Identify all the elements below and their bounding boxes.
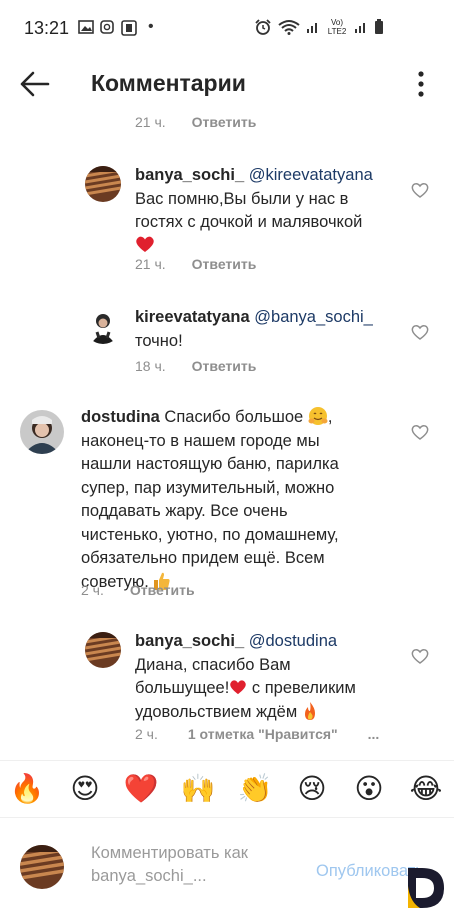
emoji-laughing-button[interactable]: 😂 <box>408 771 444 807</box>
comment-line: с превеликим <box>247 679 356 697</box>
comment-text: dostudina Спасибо большое , наконец-то в… <box>81 406 391 594</box>
reply-button[interactable]: Ответить <box>130 582 195 598</box>
comment-time: 2 ч. <box>135 726 158 742</box>
comment-line: поддавать жару. Все очень <box>81 502 288 520</box>
emoji-heart-eyes-button[interactable]: 😍 <box>67 771 103 807</box>
avatar[interactable] <box>85 308 121 344</box>
like-heart-icon[interactable] <box>411 182 429 198</box>
comment-line: Вас помню,Вы были у нас в <box>135 189 349 208</box>
emoji-quick-bar: 🔥 😍 ❤️ 🙌 👏 😢 😮 😂 <box>0 760 454 818</box>
alarm-icon <box>255 19 271 35</box>
like-heart-icon[interactable] <box>411 324 429 340</box>
comment-mention[interactable]: @dostudina <box>249 632 337 650</box>
battery-icon <box>375 19 383 34</box>
avatar[interactable] <box>85 166 121 202</box>
comment-line: супер, пар изумительный, можно <box>81 478 335 497</box>
signal-icon-1 <box>307 23 317 33</box>
comment-text: banya_sochi_ @kireevatatyana Вас помню,В… <box>135 164 395 260</box>
status-bar: 13:21 • Vo) LTE2 <box>0 0 454 56</box>
comment-text: banya_sochi_ @dostudina Диана, спасибо В… <box>135 630 395 724</box>
emoji-crying-button[interactable]: 😢 <box>294 771 330 807</box>
fire-emoji-icon <box>304 701 315 720</box>
gallery-notification-icon <box>78 20 94 34</box>
avatar-image <box>85 632 121 668</box>
comment-line: точно! <box>135 331 183 350</box>
comment-line: обязательно придем ещё. Всем <box>81 549 325 567</box>
comment-meta: 21 ч. Ответить <box>135 114 256 130</box>
status-dot: • <box>148 18 154 35</box>
comment-time: 18 ч. <box>135 358 166 374</box>
comment-time: 21 ч. <box>135 114 166 130</box>
more-options-icon[interactable] <box>418 70 424 98</box>
emoji-raised-hands-button[interactable]: 🙌 <box>180 771 216 807</box>
own-avatar <box>20 845 64 889</box>
comment-username[interactable]: kireevatatyana <box>135 308 250 326</box>
comment-meta: 2 ч. 1 отметка "Нравится" ... <box>135 726 379 742</box>
likes-count-link[interactable]: 1 отметка "Нравится" <box>188 726 338 742</box>
back-arrow-icon[interactable] <box>20 70 50 98</box>
comment-line: нашли настоящую баню, парилка <box>81 455 339 473</box>
like-heart-icon[interactable] <box>411 648 429 664</box>
avatar-image <box>85 166 121 202</box>
overlay-logo-icon <box>408 868 444 908</box>
emoji-surprised-button[interactable]: 😮 <box>351 771 387 807</box>
comment-input-placeholder: banya_sochi_... <box>91 867 207 885</box>
red-heart-emoji-icon <box>136 236 154 252</box>
like-heart-icon[interactable] <box>411 424 429 440</box>
status-right: Vo) LTE2 <box>254 18 384 36</box>
status-time: 13:21 <box>24 18 70 38</box>
avatar[interactable] <box>85 632 121 668</box>
avatar-image <box>85 308 121 344</box>
comment-line: наконец-то в нашем городе мы <box>81 431 320 450</box>
comment-username[interactable]: banya_sochi_ <box>135 166 244 184</box>
avatar-image <box>20 845 64 889</box>
comment-meta: 21 ч. Ответить <box>135 256 256 272</box>
comment-more-button[interactable]: ... <box>368 726 380 742</box>
emoji-fire-button[interactable]: 🔥 <box>9 771 45 807</box>
app-header: Комментарии <box>0 56 454 112</box>
comment-meta: 2 ч. Ответить <box>81 582 195 598</box>
instagram-notification-icon <box>100 20 114 34</box>
comment-composer: Комментировать как banya_sochi_... Опубл… <box>0 820 454 920</box>
comment-input[interactable]: Комментировать как banya_sochi_... <box>91 842 301 888</box>
emoji-red-heart-button[interactable]: ❤️ <box>123 771 159 807</box>
comment-username[interactable]: banya_sochi_ <box>135 632 244 650</box>
reply-button[interactable]: Ответить <box>192 358 257 374</box>
avatar-image <box>20 410 64 454</box>
comment-time: 2 ч. <box>81 582 104 598</box>
reply-button[interactable]: Ответить <box>192 114 257 130</box>
comments-list[interactable]: 21 ч. Ответить banya_sochi_ @kireevataty… <box>0 112 454 752</box>
comment-meta: 18 ч. Ответить <box>135 358 256 374</box>
comment-line: удовольствием ждём <box>135 702 298 721</box>
comment-mention[interactable]: @banya_sochi_ <box>254 308 373 326</box>
comment-line: Диана, спасибо Вам <box>135 655 291 674</box>
red-heart-emoji-icon <box>230 680 247 695</box>
comment-mention[interactable]: @kireevatatyana <box>249 166 373 184</box>
comment-input-placeholder: Комментировать как <box>91 844 248 862</box>
network-label: Vo) LTE2 <box>327 18 347 36</box>
comment-time: 21 ч. <box>135 256 166 272</box>
comment-line: гостях с дочкой и малявочкой <box>135 213 363 231</box>
avatar[interactable] <box>20 410 64 454</box>
page-title: Комментарии <box>91 70 246 96</box>
hugging-face-emoji-icon <box>308 407 328 425</box>
comment-line: большущее! <box>135 679 230 697</box>
media-notification-icon <box>121 20 137 36</box>
comment-line: Спасибо большое <box>164 408 304 426</box>
wifi-icon <box>278 20 300 35</box>
comment-line: чистенько, уютно, по домашнему, <box>81 525 339 544</box>
reply-button[interactable]: Ответить <box>192 256 257 272</box>
emoji-clapping-button[interactable]: 👏 <box>237 771 273 807</box>
comment-username[interactable]: dostudina <box>81 408 160 426</box>
comment-text: kireevatatyana @banya_sochi_ точно! <box>135 306 395 353</box>
signal-icon-2 <box>355 23 365 33</box>
